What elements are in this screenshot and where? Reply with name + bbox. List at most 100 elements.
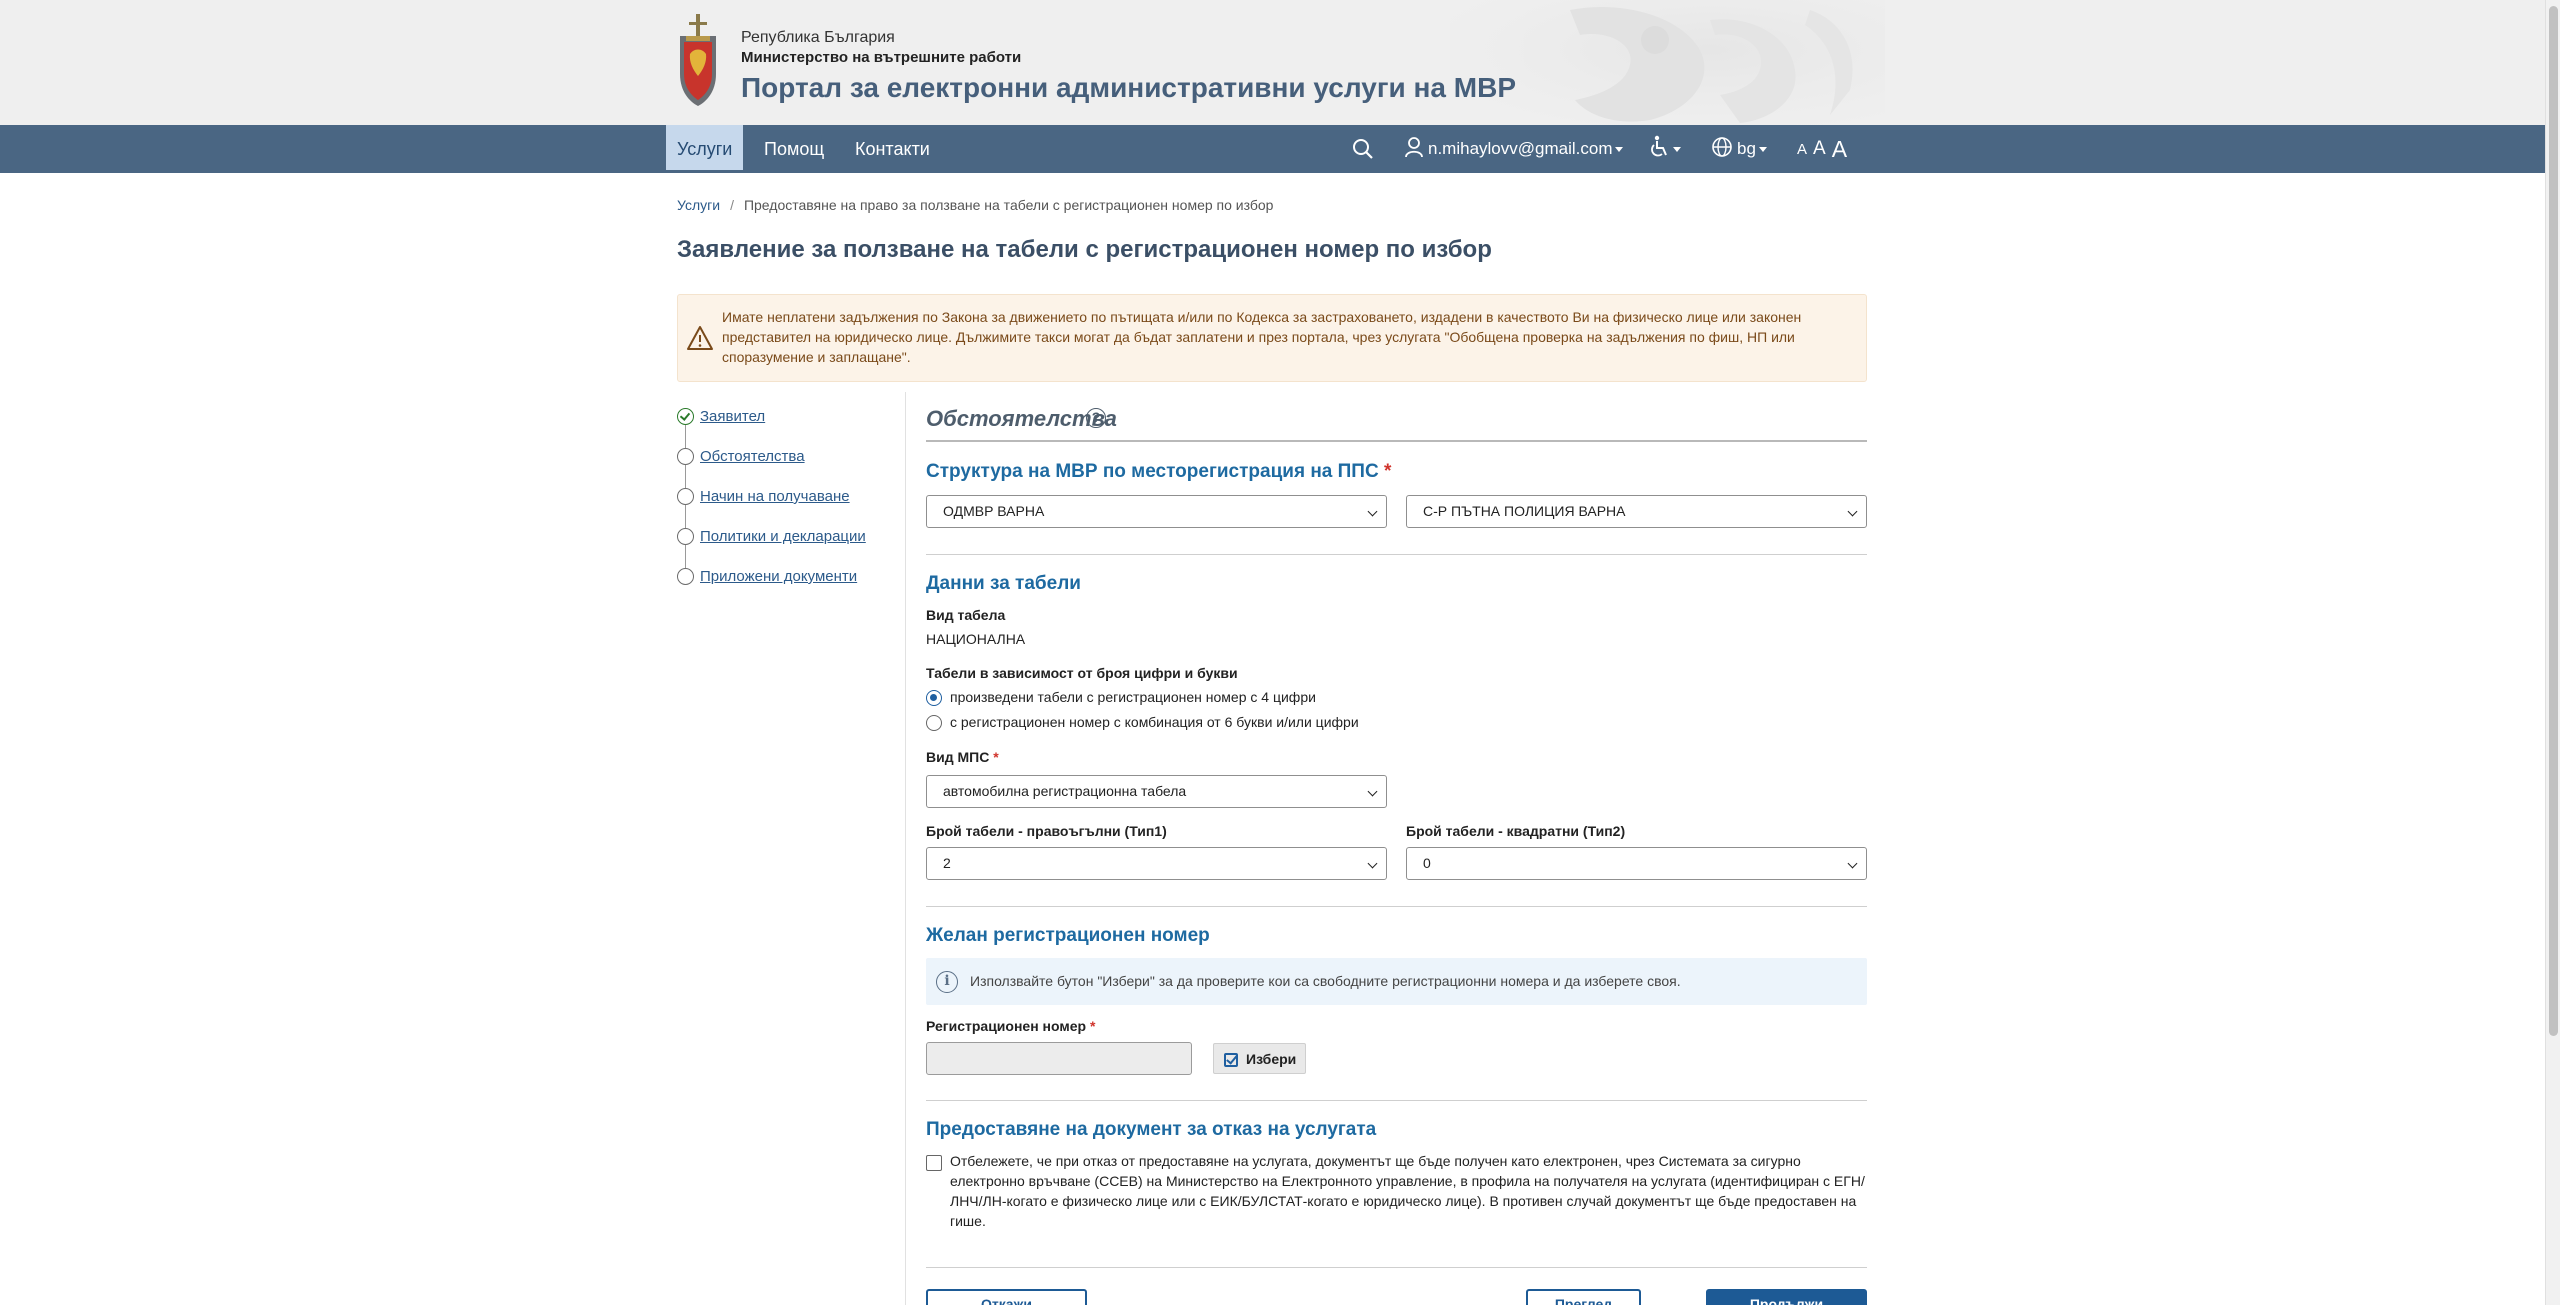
nav-item-services[interactable]: Услуги [666, 125, 744, 173]
main-nav: Услуги Помощ Контакти n.mihaylovv@gmail.… [0, 125, 2545, 173]
check-circle-icon [677, 408, 694, 425]
refusal-document-text: Отбележете, че при отказ от предоставяне… [950, 1153, 1865, 1229]
page-title: Заявление за ползване на табели с регист… [677, 236, 1492, 263]
circle-icon [677, 568, 694, 585]
radio-4-digits[interactable] [926, 690, 942, 706]
circle-icon [677, 488, 694, 505]
reg-number-input[interactable] [926, 1042, 1192, 1075]
vehicle-type-label: Вид МПС * [926, 749, 999, 765]
checkbox-icon [1224, 1053, 1238, 1067]
help-icon[interactable]: ? [1086, 408, 1106, 428]
plates-heading: Данни за табели [926, 573, 1081, 594]
chevron-down-icon [1367, 506, 1378, 517]
font-size-controls: A A A [1797, 125, 1847, 173]
refusal-document-checkbox[interactable] [926, 1155, 942, 1171]
ministry-name: Министерство на вътрешните работи [741, 49, 1022, 66]
refusal-heading: Предоставяне на документ за отказ на усл… [926, 1119, 1377, 1140]
reg-number-label: Регистрационен номер * [926, 1018, 1095, 1034]
chevron-down-icon [1758, 146, 1767, 152]
structure-heading-text: Структура на МВР по месторегистрация на … [926, 461, 1379, 482]
divider [926, 440, 1867, 442]
select-value: автомобилна регистрационна табела [943, 783, 1187, 799]
user-icon [1404, 136, 1424, 163]
user-menu[interactable]: n.mihaylovv@gmail.com [1404, 125, 1624, 173]
chevron-down-icon [1847, 858, 1858, 869]
chevron-down-icon [1615, 146, 1624, 152]
font-normal-button[interactable]: A [1813, 138, 1826, 160]
language-menu[interactable]: bg [1711, 125, 1767, 173]
nav-item-help[interactable]: Помощ [753, 125, 835, 173]
police-sector-select[interactable]: С-Р ПЪТНА ПОЛИЦИЯ ВАРНА [1406, 495, 1867, 528]
required-mark: * [1383, 461, 1392, 482]
police-directorate-select[interactable]: ОДМВР ВАРНА [926, 495, 1387, 528]
divider [926, 1100, 1867, 1101]
search-icon[interactable] [1352, 125, 1374, 173]
info-icon: i [936, 971, 958, 993]
divider [926, 554, 1867, 555]
square-plates-label: Брой табели - квадратни (Тип2) [1406, 823, 1626, 839]
cancel-button[interactable]: Откажи [926, 1289, 1087, 1305]
vehicle-type-select[interactable]: автомобилна регистрационна табела [926, 775, 1387, 808]
chevron-down-icon [1673, 146, 1681, 152]
site-header: Република България Министерство на вътре… [0, 0, 2545, 125]
structure-heading: Структура на МВР по месторегистрация на … [926, 461, 1391, 483]
plate-type-value: НАЦИОНАЛНА [926, 631, 1026, 647]
debt-warning-alert: Имате неплатени задължения по Закона за … [677, 294, 1867, 382]
chevron-down-icon [1367, 858, 1378, 869]
language-label: bg [1737, 139, 1756, 158]
radio-4-digits-label[interactable]: произведени табели с регистрационен номе… [950, 689, 1316, 705]
breadcrumb-current: Предоставяне на право за ползване на таб… [743, 197, 1274, 213]
circle-icon [677, 528, 694, 545]
step-label[interactable]: Начин на получаване [700, 488, 850, 505]
page-scrollbar[interactable] [2545, 0, 2560, 1305]
user-email: n.mihaylovv@gmail.com [1428, 139, 1613, 158]
page: Република България Министерство на вътре… [0, 0, 2560, 1305]
select-value: 2 [943, 855, 951, 871]
required-mark: * [993, 749, 999, 765]
continue-button[interactable]: Продължи [1706, 1289, 1867, 1305]
divider [926, 1267, 1867, 1268]
alert-text: Имате неплатени задължения по Закона за … [722, 309, 1802, 365]
globe-icon [1711, 136, 1733, 163]
select-value: С-Р ПЪТНА ПОЛИЦИЯ ВАРНА [1423, 503, 1626, 519]
select-value: ОДМВР ВАРНА [943, 503, 1045, 519]
font-decrease-button[interactable]: A [1797, 141, 1807, 158]
chevron-down-icon [1367, 786, 1378, 797]
select-value: 0 [1423, 855, 1431, 871]
desired-number-heading: Желан регистрационен номер [926, 925, 1210, 946]
square-plates-count-select[interactable]: 0 [1406, 847, 1867, 880]
reg-number-label-text: Регистрационен номер [926, 1018, 1087, 1034]
scrollbar-thumb[interactable] [2549, 6, 2558, 1036]
required-mark: * [1089, 1018, 1096, 1034]
brand-block: Република България Министерство на вътре… [741, 28, 1516, 106]
accessibility-icon [1648, 135, 1670, 164]
info-box: i Използвайте бутон "Избери" за да прове… [926, 958, 1867, 1005]
radio-6-chars-label[interactable]: с регистрационен номер с комбинация от 6… [950, 714, 1359, 730]
divider [926, 906, 1867, 907]
portal-title[interactable]: Портал за електронни административни усл… [741, 70, 1516, 106]
breadcrumb-root[interactable]: Услуги [677, 197, 720, 213]
chevron-down-icon [1847, 506, 1858, 517]
breadcrumb: Услуги / Предоставяне на право за ползване… [677, 197, 1273, 213]
step-label[interactable]: Политики и декларации [700, 528, 866, 545]
step-label[interactable]: Приложени документи [700, 568, 857, 585]
warning-icon [686, 325, 714, 351]
mvr-crest-logo [676, 14, 720, 110]
circle-icon [677, 448, 694, 465]
accessibility-menu[interactable] [1648, 125, 1681, 173]
rect-plates-label: Брой табели - правоъгълни (Тип1) [926, 823, 1167, 839]
nav-item-contacts[interactable]: Контакти [844, 125, 941, 173]
plate-type-label: Вид табела [926, 607, 1006, 623]
column-divider [905, 392, 906, 1305]
step-label[interactable]: Обстоятелства [700, 448, 805, 465]
vehicle-type-label-text: Вид МПС [926, 749, 990, 765]
font-increase-button[interactable]: A [1832, 136, 1847, 163]
step-label[interactable]: Заявител [700, 408, 765, 425]
rect-plates-count-select[interactable]: 2 [926, 847, 1387, 880]
choose-number-button[interactable]: Избери [1213, 1043, 1306, 1074]
radio-6-chars[interactable] [926, 715, 942, 731]
choose-button-label: Избери [1246, 1051, 1297, 1067]
preview-button[interactable]: Преглед [1526, 1289, 1641, 1305]
breadcrumb-separator: / [730, 197, 734, 213]
info-text: Използвайте бутон "Избери" за да провери… [970, 973, 1681, 989]
